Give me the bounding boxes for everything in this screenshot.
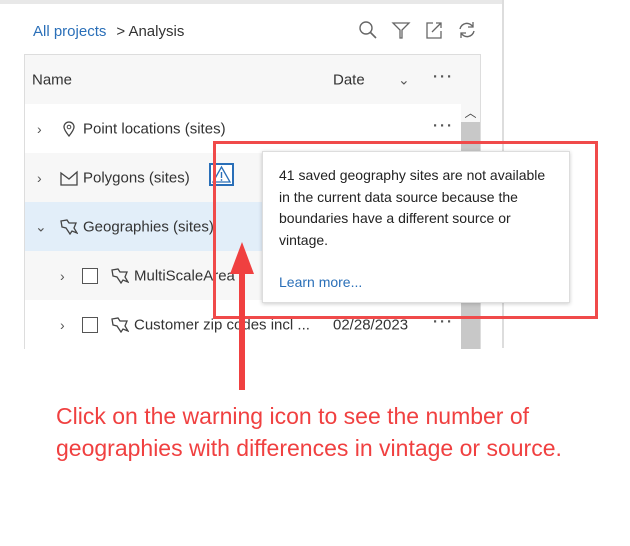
expand-chevron-icon[interactable]: › [60, 268, 65, 284]
scroll-up-arrow-icon[interactable]: ︿ [461, 104, 480, 122]
column-name[interactable]: Name [32, 71, 72, 88]
geography-icon [111, 267, 130, 284]
row-name: Polygons (sites) [83, 169, 190, 186]
export-icon[interactable] [424, 20, 444, 40]
warning-popover: 41 saved geography sites are not availab… [262, 151, 570, 303]
geography-icon [60, 218, 79, 235]
top-strip [0, 0, 502, 4]
learn-more-link[interactable]: Learn more... [279, 272, 553, 294]
annotation-caption: Click on the warning icon to see the num… [56, 403, 562, 461]
geography-icon [111, 316, 130, 333]
expand-chevron-icon[interactable]: › [60, 317, 65, 333]
column-date[interactable]: Date [333, 71, 365, 88]
pin-icon [63, 120, 75, 137]
row-checkbox[interactable] [82, 267, 98, 284]
row-name: Geographies (sites) [83, 218, 214, 235]
row-name: Point locations (sites) [83, 120, 226, 137]
toolbar [358, 20, 477, 40]
header-more-button[interactable]: ··· [433, 69, 454, 86]
collapse-chevron-icon[interactable]: ⌄ [35, 218, 47, 235]
filter-icon[interactable] [391, 20, 411, 40]
expand-chevron-icon[interactable]: › [37, 121, 42, 137]
refresh-icon[interactable] [457, 20, 477, 40]
row-more-button[interactable]: ··· [433, 118, 454, 135]
breadcrumb: All projects > Analysis [33, 23, 184, 40]
search-icon[interactable] [358, 20, 378, 40]
expand-chevron-icon[interactable]: › [37, 170, 42, 186]
table-header: Name Date ⌄ ··· [25, 55, 480, 104]
breadcrumb-current: > Analysis [116, 23, 185, 40]
breadcrumb-all-projects[interactable]: All projects [33, 23, 106, 40]
popover-message: 41 saved geography sites are not availab… [279, 167, 546, 248]
polygon-icon [60, 170, 78, 186]
annotation-arrow [230, 242, 254, 390]
sort-chevron-icon[interactable]: ⌄ [398, 71, 410, 88]
row-checkbox[interactable] [82, 316, 98, 333]
